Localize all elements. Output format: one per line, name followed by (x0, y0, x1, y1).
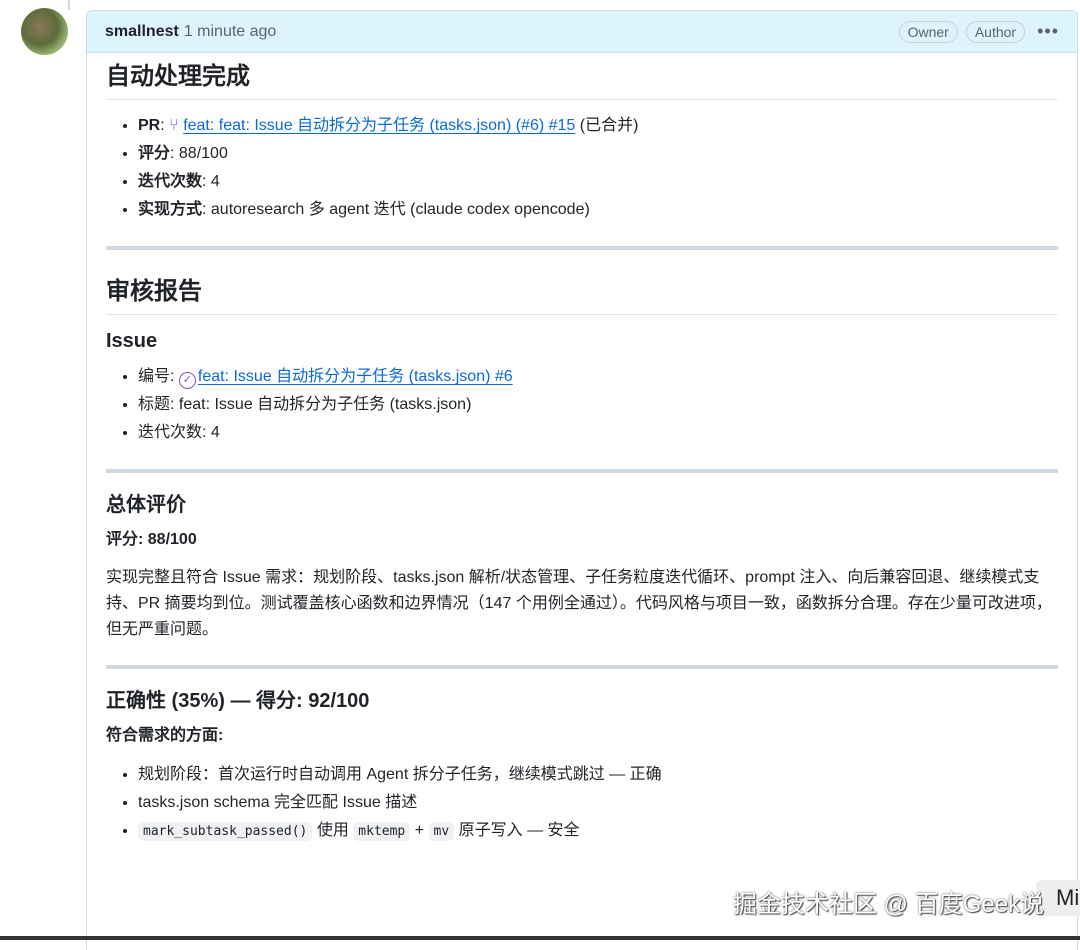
list-item: 编号: ✓feat: Issue 自动拆分为子任务 (tasks.json) #… (138, 363, 1058, 391)
issue-closed-icon: ✓ (178, 372, 196, 389)
overall-score: 评分: 88/100 (106, 531, 197, 548)
label: 评分 (138, 145, 171, 162)
text: 原子写入 — 安全 (458, 822, 580, 839)
pr-status: (已合并) (579, 117, 639, 134)
comment-card: smallnest 1 minute ago Owner Author ••• … (86, 10, 1078, 950)
overall-text: 实现完整且符合 Issue 需求：规划阶段、tasks.json 解析/状态管理… (106, 569, 1052, 638)
list-item: PR: ⑂ feat: feat: Issue 自动拆分为子任务 (tasks.… (138, 112, 1058, 140)
value: 88/100 (178, 145, 228, 162)
author-badge: Author (965, 20, 1026, 43)
summary-heading: 自动处理完成 (106, 53, 1058, 100)
label: 实现方式 (138, 201, 203, 218)
label: 迭代次数 (138, 173, 203, 190)
list-item: 规划阶段：首次运行时自动调用 Agent 拆分子任务，继续模式跳过 — 正确 (138, 761, 1058, 789)
pr-link[interactable]: feat: feat: Issue 自动拆分为子任务 (tasks.json) … (183, 117, 575, 134)
comment-header: smallnest 1 minute ago Owner Author ••• (87, 11, 1077, 53)
issue-heading: Issue (106, 330, 158, 352)
timestamp-link[interactable]: 1 minute ago (184, 23, 277, 41)
list-item: 标题: feat: Issue 自动拆分为子任务 (tasks.json) (138, 391, 1058, 419)
owner-badge: Owner (898, 20, 958, 43)
label: PR (138, 117, 161, 134)
value: 4 (210, 173, 220, 190)
code: mv (428, 822, 455, 841)
kebab-horizontal-icon[interactable]: ••• (1037, 21, 1059, 42)
code: mktemp (353, 822, 411, 841)
list-item: tasks.json schema 完全匹配 Issue 描述 (138, 789, 1058, 817)
text: 使用 (316, 822, 349, 839)
label: 编号: (138, 368, 175, 385)
list-item: 迭代次数: 4 (138, 168, 1058, 196)
code: mark_subtask_passed() (138, 822, 313, 841)
git-merge-icon: ⑂ (169, 117, 179, 134)
list-item: mark_subtask_passed() 使用 mktemp + mv 原子写… (138, 817, 1058, 846)
watermark: 掘金技术社区 @ 百度Geek说 (733, 891, 1045, 918)
list-item: 评分: 88/100 (138, 140, 1058, 168)
review-heading: 审核报告 (106, 268, 1058, 315)
correctness-heading: 正确性 (35%) — 得分: 92/100 (106, 690, 370, 712)
value: autoresearch 多 agent 迭代 (claude codex op… (210, 201, 590, 218)
divider (106, 469, 1058, 473)
timeline-line (68, 0, 70, 10)
issue-link[interactable]: feat: Issue 自动拆分为子任务 (tasks.json) #6 (198, 368, 513, 385)
author-link[interactable]: smallnest (105, 23, 179, 41)
bottom-bar (0, 936, 1080, 940)
text: + (414, 822, 425, 839)
comment-body: 自动处理完成 PR: ⑂ feat: feat: Issue 自动拆分为子任务 … (87, 53, 1077, 846)
divider (106, 246, 1058, 250)
divider (106, 665, 1058, 669)
overall-heading: 总体评价 (106, 494, 186, 516)
list-item: 迭代次数: 4 (138, 419, 1058, 447)
correctness-subtitle: 符合需求的方面: (106, 727, 224, 744)
list-item: 实现方式: autoresearch 多 agent 迭代 (claude co… (138, 196, 1058, 224)
avatar[interactable] (21, 8, 68, 55)
